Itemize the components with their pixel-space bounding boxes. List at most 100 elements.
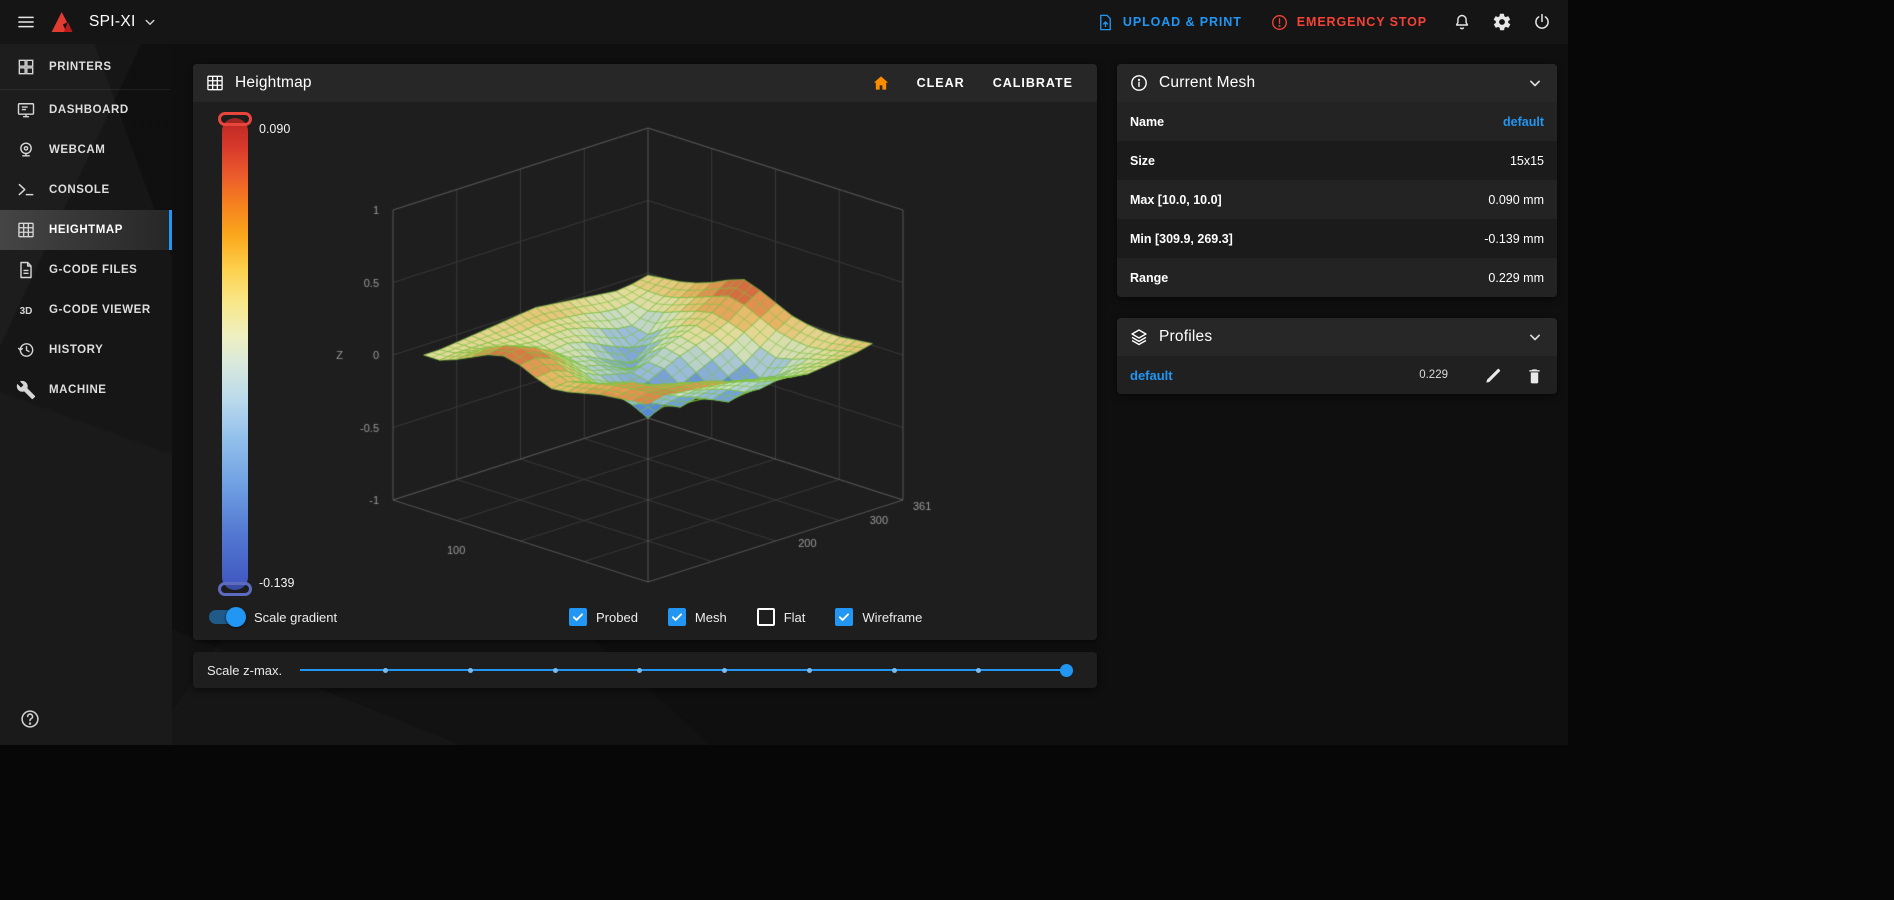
clear-button[interactable]: CLEAR [905, 68, 977, 98]
slider-tick [892, 668, 897, 673]
chevron-down-icon [141, 13, 159, 31]
sidebar-item-printers[interactable]: PRINTERS [0, 44, 172, 90]
profiles-list: default 0.229 [1117, 356, 1557, 394]
sidebar-item-label: G-CODE FILES [49, 264, 137, 276]
mesh-info-value: default [1503, 115, 1544, 129]
toggle-probed[interactable]: Probed [569, 608, 638, 626]
profile-actions: 0.229 [1419, 366, 1544, 385]
settings-icon [1492, 12, 1512, 32]
printer-selector[interactable]: SPI-XI [46, 2, 163, 42]
scale-gradient-label: Scale gradient [254, 610, 337, 625]
bell-icon [1452, 12, 1472, 32]
heightmap-card-header: Heightmap CLEAR CALIBRATE [193, 64, 1097, 102]
help-icon [19, 708, 41, 730]
collapse-chevron-icon[interactable] [1525, 327, 1545, 347]
edit-profile-button[interactable] [1484, 366, 1503, 385]
mesh-info-label: Size [1130, 154, 1155, 168]
collapse-chevron-icon[interactable] [1525, 73, 1545, 93]
settings-button[interactable] [1482, 2, 1522, 42]
dashboard-icon [16, 100, 36, 120]
home-button[interactable] [861, 68, 901, 98]
gradient-max-handle[interactable] [218, 112, 252, 126]
profile-row: default 0.229 [1117, 356, 1557, 394]
notifications-button[interactable] [1442, 2, 1482, 42]
sidebar-item-label: G-CODE VIEWER [49, 304, 151, 316]
checkbox-icon [569, 608, 587, 626]
menu-button[interactable] [6, 2, 46, 42]
emergency-stop-label: EMERGENCY STOP [1297, 15, 1427, 29]
mesh-info-label: Min [309.9, 269.3] [1130, 232, 1233, 246]
sidebar-item-label: HISTORY [49, 344, 103, 356]
current-mesh-title: Current Mesh [1159, 74, 1255, 92]
toggle-flat[interactable]: Flat [757, 608, 806, 626]
table-icon [16, 220, 36, 240]
file-upload-icon [1096, 13, 1115, 32]
sidebar-item-gcode-files[interactable]: G-CODE FILES [0, 250, 172, 290]
svg-text:3D: 3D [20, 306, 33, 317]
mesh-info-value: 0.229 mm [1488, 271, 1544, 285]
sidebar-item-webcam[interactable]: WEBCAM [0, 130, 172, 170]
sidebar-item-label: PRINTERS [49, 61, 112, 73]
mesh-info-label: Max [10.0, 10.0] [1130, 193, 1222, 207]
sidebar-nav: PRINTERS DASHBOARDWEBCAMCONSOLEHEIGHTMAP G… [0, 44, 172, 410]
mesh-info-value: 0.090 mm [1488, 193, 1544, 207]
mesh-info-value: 15x15 [1510, 154, 1544, 168]
delete-profile-button[interactable] [1525, 366, 1544, 385]
toggle-wireframe[interactable]: Wireframe [835, 608, 922, 626]
printer-name: SPI-XI [89, 13, 136, 31]
slider-tick [637, 668, 642, 673]
sidebar-item-machine[interactable]: MACHINE [0, 370, 172, 410]
gradient-bar [222, 118, 248, 590]
mesh-info-table: Name default Size 15x15 Max [10.0, 10.0] 0.09… [1117, 102, 1557, 297]
gradient-min-handle[interactable] [218, 582, 252, 596]
mesh-info-row: Name default [1117, 102, 1557, 141]
checkbox-icon [757, 608, 775, 626]
top-bar: SPI-XI UPLOAD & PRINT EMERGENCY STOP [0, 0, 1568, 44]
toggle-label: Mesh [695, 610, 727, 625]
mesh-info-value: -0.139 mm [1484, 232, 1544, 246]
heightmap-controls: Scale gradient Probed Mesh Flat Wireframe [209, 604, 1081, 630]
toggle-mesh[interactable]: Mesh [668, 608, 727, 626]
info-icon [1129, 73, 1149, 93]
cube-3d-icon: 3D [16, 300, 36, 320]
mesh-info-label: Range [1130, 271, 1168, 285]
sidebar-item-heightmap[interactable]: HEIGHTMAP [0, 210, 172, 250]
help-button[interactable] [10, 699, 50, 739]
toggle-label: Probed [596, 610, 638, 625]
slider-tick [383, 668, 388, 673]
app-window: SPI-XI UPLOAD & PRINT EMERGENCY STOP PRI… [0, 0, 1568, 745]
toggle-label: Flat [784, 610, 806, 625]
grid-icon [205, 73, 225, 93]
heightmap-card: Heightmap CLEAR CALIBRATE 0.090 -0.139 [193, 64, 1097, 640]
mesh-info-row: Size 15x15 [1117, 141, 1557, 180]
sidebar-item-gcode-viewer[interactable]: 3D G-CODE VIEWER [0, 290, 172, 330]
grid-icon [16, 57, 36, 77]
heightmap-3d-canvas[interactable] [273, 108, 1003, 638]
scale-z-card: Scale z-max. [193, 652, 1097, 688]
slider-tick [807, 668, 812, 673]
sidebar-item-history[interactable]: HISTORY [0, 330, 172, 370]
mesh-info-label: Name [1130, 115, 1164, 129]
sidebar: PRINTERS DASHBOARDWEBCAMCONSOLEHEIGHTMAP G… [0, 44, 172, 745]
toggle-switch-icon [209, 610, 243, 624]
profile-name[interactable]: default [1130, 368, 1173, 383]
topbar-actions: UPLOAD & PRINT EMERGENCY STOP [1083, 2, 1562, 42]
upload-print-button[interactable]: UPLOAD & PRINT [1083, 4, 1255, 40]
wrench-icon [16, 380, 36, 400]
emergency-stop-button[interactable]: EMERGENCY STOP [1257, 4, 1440, 40]
main-content: Heightmap CLEAR CALIBRATE 0.090 -0.139 [172, 44, 1568, 745]
sidebar-item-dashboard[interactable]: DASHBOARD [0, 90, 172, 130]
slider-thumb[interactable] [1060, 664, 1073, 677]
profiles-card: Profiles default0.229 [1117, 318, 1557, 394]
slider-tick [468, 668, 473, 673]
gradient-scale [222, 118, 248, 590]
scale-z-slider[interactable] [300, 669, 1071, 671]
profile-range-value: 0.229 [1419, 369, 1448, 381]
calibrate-button[interactable]: CALIBRATE [981, 68, 1085, 98]
webcam-icon [16, 140, 36, 160]
scale-gradient-toggle[interactable]: Scale gradient [209, 610, 337, 625]
heightmap-actions: CLEAR CALIBRATE [861, 68, 1085, 98]
sidebar-item-console[interactable]: CONSOLE [0, 170, 172, 210]
slider-tick [553, 668, 558, 673]
power-button[interactable] [1522, 2, 1562, 42]
